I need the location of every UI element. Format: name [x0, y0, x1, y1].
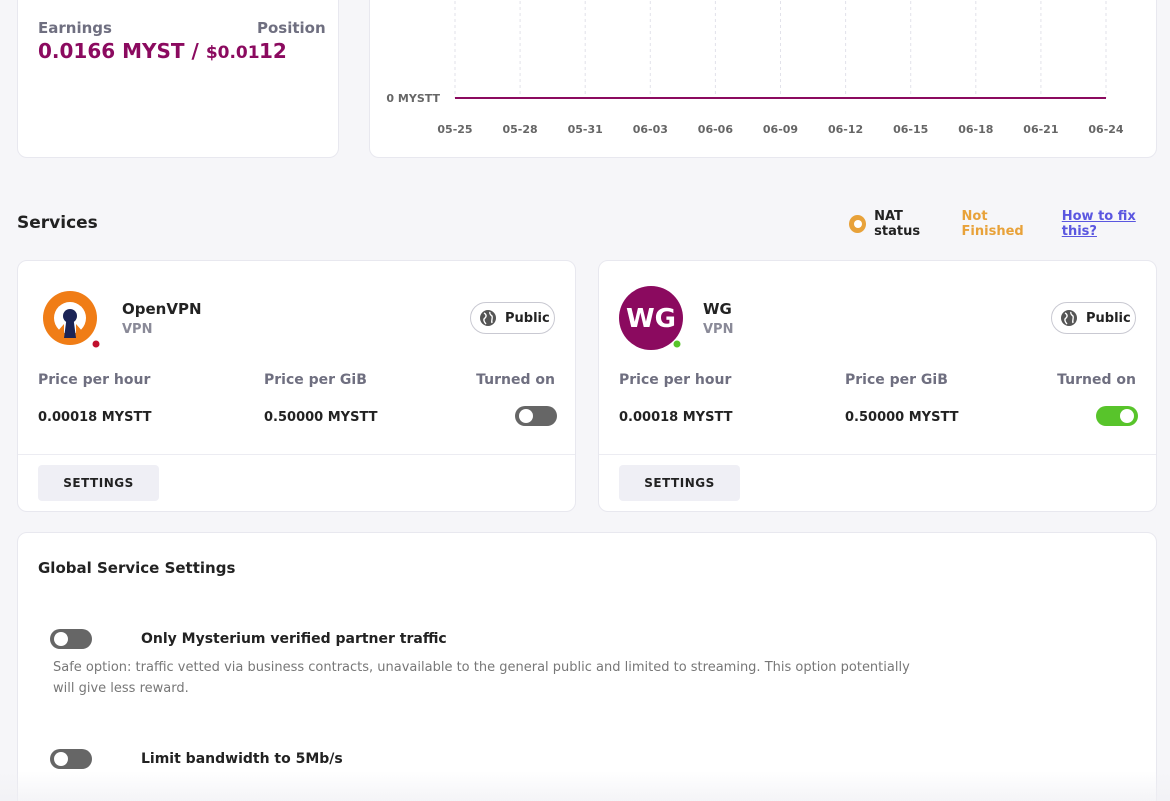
service-type: VPN [703, 322, 734, 337]
earnings-value: 0.0166 MYST / $0.01 [38, 39, 260, 63]
how-to-fix-link[interactable]: How to fix this? [1062, 209, 1170, 239]
price-per-hour-label: Price per hour [619, 372, 732, 388]
x-tick-label: 06-12 [828, 123, 863, 136]
price-per-hour-value: 0.00018 MYSTT [619, 410, 733, 425]
x-tick-label: 05-25 [437, 123, 472, 136]
service-type: VPN [122, 322, 153, 337]
public-label: Public [505, 310, 550, 326]
wg-avatar: WG [619, 286, 683, 350]
openvpn-icon [38, 286, 102, 350]
nat-status-icon [849, 215, 867, 233]
x-tick-label: 05-31 [568, 123, 603, 136]
price-per-hour-value: 0.00018 MYSTT [38, 410, 152, 425]
public-button[interactable]: Public [470, 302, 555, 334]
globe-icon [1061, 310, 1077, 326]
divider [18, 454, 575, 455]
nat-status-value: Not Finished [961, 209, 1024, 239]
earnings-card: Earnings 0.0166 MYST / $0.01 Position 12 [17, 0, 339, 158]
position-value: 12 [259, 39, 287, 63]
service-name: OpenVPN [122, 300, 202, 318]
service-card-openvpn: OpenVPN VPN Public Price per hour Price … [17, 260, 576, 512]
verified-traffic-title: Only Mysterium verified partner traffic [141, 631, 447, 647]
x-tick-label: 06-18 [958, 123, 993, 136]
earnings-label: Earnings [38, 19, 112, 37]
divider [599, 454, 1156, 455]
x-tick-label: 06-09 [763, 123, 798, 136]
service-toggle[interactable] [515, 406, 557, 426]
earnings-chart: 0 MYSTT 05-25 05-28 05-31 06-03 06-06 06-09 06… [386, 0, 1124, 136]
wg-avatar-text: WG [626, 304, 676, 334]
service-toggle[interactable] [1096, 406, 1138, 426]
limit-bandwidth-title: Limit bandwidth to 5Mb/s [141, 751, 343, 767]
settings-button[interactable]: SETTINGS [38, 465, 159, 501]
services-title: Services [17, 213, 98, 233]
price-per-gib-label: Price per GiB [845, 372, 948, 388]
limit-bandwidth-toggle[interactable] [50, 749, 92, 769]
global-service-settings-card: Global Service Settings Only Mysterium v… [17, 532, 1157, 801]
price-per-gib-value: 0.50000 MYSTT [845, 410, 959, 425]
verified-traffic-description: Safe option: traffic vetted via business… [53, 660, 910, 696]
chart-grid [454, 0, 1107, 98]
public-button[interactable]: Public [1051, 302, 1136, 334]
position-label: Position [257, 19, 326, 37]
x-tick-label: 06-21 [1023, 123, 1058, 136]
service-name: WG [703, 300, 732, 318]
earnings-usd: $0.01 [205, 43, 260, 63]
x-tick-label: 06-24 [1088, 123, 1124, 136]
service-card-wg: WG WG VPN Public Price per hour Price pe… [598, 260, 1157, 512]
status-dot [92, 340, 100, 348]
price-per-gib-value: 0.50000 MYSTT [264, 410, 378, 425]
global-settings-title: Global Service Settings [38, 559, 236, 577]
x-tick-label: 05-28 [503, 123, 538, 136]
globe-icon [480, 310, 496, 326]
x-axis-ticks: 05-25 05-28 05-31 06-03 06-06 06-09 06-12 06-15… [437, 123, 1124, 136]
y-tick-label: 0 MYSTT [386, 92, 440, 105]
x-tick-label: 06-06 [698, 123, 734, 136]
nat-status-label: NAT status [874, 209, 921, 239]
turned-on-label: Turned on [476, 372, 555, 388]
nat-status: NAT status Not Finished How to fix this? [849, 209, 1170, 239]
price-per-hour-label: Price per hour [38, 372, 151, 388]
status-dot [673, 340, 681, 348]
price-per-gib-label: Price per GiB [264, 372, 367, 388]
turned-on-label: Turned on [1057, 372, 1136, 388]
x-tick-label: 06-03 [633, 123, 668, 136]
settings-button[interactable]: SETTINGS [619, 465, 740, 501]
earnings-myst: 0.0166 MYST / [38, 39, 199, 63]
public-label: Public [1086, 310, 1131, 326]
x-tick-label: 06-15 [893, 123, 928, 136]
verified-traffic-toggle[interactable] [50, 629, 92, 649]
earnings-chart-card: 0 MYSTT 05-25 05-28 05-31 06-03 06-06 06-09 06… [369, 0, 1157, 158]
